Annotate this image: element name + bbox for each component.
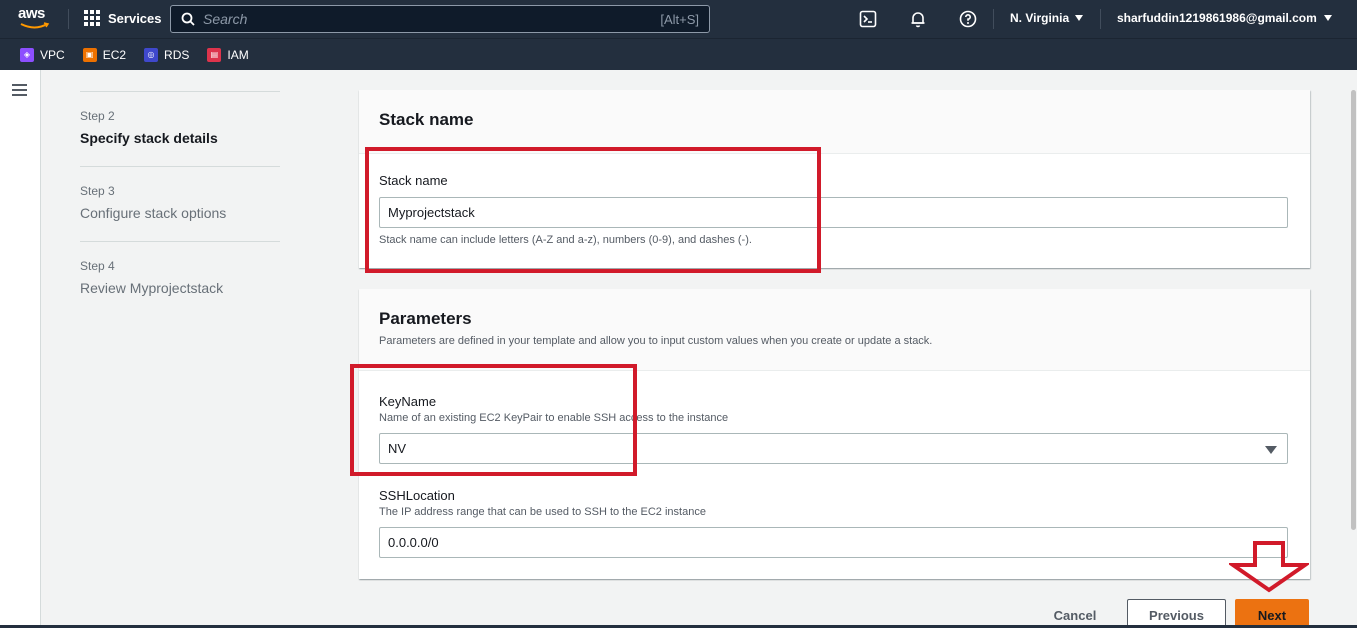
step-title: Specify stack details bbox=[80, 130, 218, 146]
page-scrollbar[interactable] bbox=[1349, 70, 1357, 628]
region-label: N. Virginia bbox=[1010, 11, 1070, 25]
step-number: Step 3 bbox=[80, 184, 115, 198]
annotation-arrow-down-icon bbox=[1229, 541, 1309, 593]
wizard-step-4[interactable]: Step 4 Review Myprojectstack bbox=[80, 241, 280, 316]
sshlocation-description: The IP address range that can be used to… bbox=[379, 506, 706, 518]
wizard-step-2[interactable]: Step 2 Specify stack details bbox=[80, 91, 280, 166]
aws-logo[interactable]: aws bbox=[18, 5, 52, 31]
favorite-rds[interactable]: ◎ RDS bbox=[144, 47, 190, 62]
wizard-step-3[interactable]: Step 3 Configure stack options bbox=[80, 166, 280, 241]
sshlocation-input[interactable]: 0.0.0.0/0 bbox=[379, 527, 1288, 558]
cloudshell-icon[interactable] bbox=[859, 10, 877, 28]
notifications-bell-icon[interactable] bbox=[909, 10, 927, 28]
favorite-label: RDS bbox=[164, 47, 190, 62]
scrollbar-thumb[interactable] bbox=[1351, 90, 1356, 530]
search-placeholder: Search bbox=[203, 11, 248, 27]
search-shortcut-hint: [Alt+S] bbox=[660, 11, 699, 27]
step-title: Review Myprojectstack bbox=[80, 280, 224, 296]
sshlocation-label: SSHLocation bbox=[379, 488, 455, 503]
services-menu-button[interactable]: Services bbox=[84, 10, 162, 26]
region-selector[interactable]: N. Virginia bbox=[1010, 11, 1084, 25]
side-navigation-rail bbox=[0, 70, 41, 628]
aws-logo-text: aws bbox=[18, 5, 45, 22]
favorite-label: EC2 bbox=[102, 47, 127, 62]
annotation-box-keyname bbox=[350, 364, 637, 476]
favorite-iam[interactable]: ▤ IAM bbox=[207, 47, 249, 62]
sshlocation-value: 0.0.0.0/0 bbox=[388, 535, 439, 550]
caret-down-icon bbox=[1323, 15, 1332, 21]
dropdown-arrow-icon bbox=[1265, 446, 1277, 454]
aws-smile-icon bbox=[20, 22, 50, 29]
rds-service-icon: ◎ bbox=[144, 47, 159, 62]
search-input[interactable]: Search [Alt+S] bbox=[170, 5, 710, 33]
step-title: Configure stack options bbox=[80, 205, 227, 221]
previous-button[interactable]: Previous bbox=[1127, 599, 1226, 628]
panel-title: Parameters bbox=[379, 309, 472, 328]
account-label: sharfuddin1219861986@gmail.com bbox=[1117, 11, 1317, 25]
iam-service-icon: ▤ bbox=[207, 47, 222, 62]
favorite-ec2[interactable]: ▣ EC2 bbox=[82, 47, 127, 62]
step-number: Step 2 bbox=[80, 109, 115, 123]
step-number: Step 4 bbox=[80, 259, 115, 273]
caret-down-icon bbox=[1075, 15, 1084, 21]
parameters-header: Parameters Parameters are defined in you… bbox=[359, 289, 1310, 371]
next-label: Next bbox=[1257, 607, 1287, 623]
favorite-vpc[interactable]: ◈ VPC bbox=[20, 47, 65, 62]
next-button[interactable]: Next bbox=[1235, 599, 1309, 628]
nav-divider bbox=[68, 9, 69, 29]
favorites-bar: ◈ VPC ▣ EC2 ◎ RDS ▤ IAM bbox=[0, 38, 1357, 70]
top-navigation: aws Services Search [Alt+S] N. Virginia … bbox=[0, 0, 1357, 38]
services-label: Services bbox=[108, 10, 162, 26]
vpc-service-icon: ◈ bbox=[20, 47, 34, 62]
cancel-button[interactable]: Cancel bbox=[1040, 599, 1110, 628]
cancel-label: Cancel bbox=[1053, 607, 1097, 623]
parameters-description: Parameters are defined in your template … bbox=[379, 335, 933, 347]
favorite-label: IAM bbox=[227, 47, 249, 62]
menu-hamburger-icon[interactable] bbox=[12, 84, 27, 96]
previous-label: Previous bbox=[1149, 607, 1204, 623]
sshlocation-field: SSHLocation The IP address range that ca… bbox=[379, 488, 706, 518]
favorite-label: VPC bbox=[40, 47, 65, 62]
ec2-service-icon: ▣ bbox=[82, 47, 97, 62]
nav-divider bbox=[1100, 9, 1101, 29]
account-menu[interactable]: sharfuddin1219861986@gmail.com bbox=[1117, 11, 1332, 25]
stack-name-header: Stack name bbox=[359, 90, 1310, 154]
annotation-box-stack-name bbox=[365, 147, 821, 273]
panel-title: Stack name bbox=[379, 110, 474, 129]
wizard-steps: Step 2 Specify stack details Step 3 Conf… bbox=[80, 91, 280, 316]
help-icon[interactable] bbox=[959, 10, 977, 28]
search-icon bbox=[181, 12, 195, 26]
grid-icon bbox=[84, 10, 100, 26]
nav-divider bbox=[993, 9, 994, 29]
